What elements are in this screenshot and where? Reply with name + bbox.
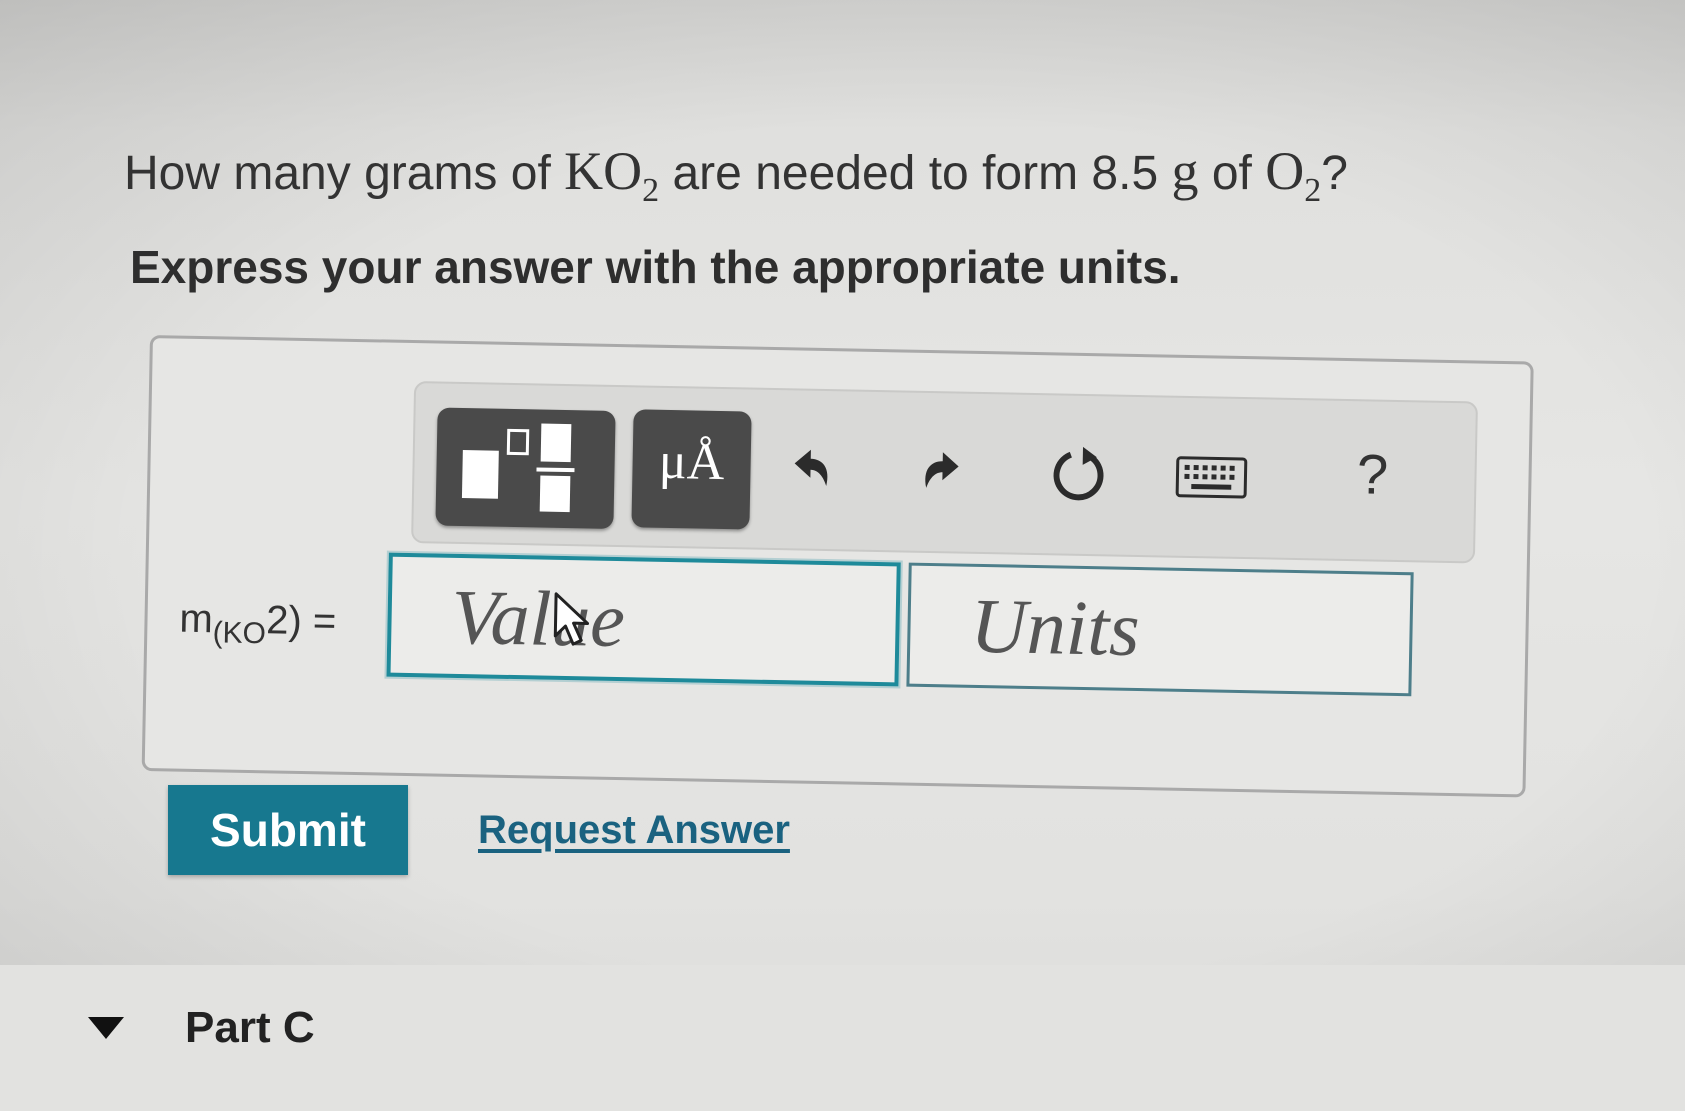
chevron-down-icon[interactable] [88,1017,124,1039]
help-button[interactable]: ? [1342,441,1404,522]
value-input[interactable]: Value [386,552,901,687]
equation-label: m(KO2) = [179,596,337,651]
question-text: How many grams of KO2 are needed to form… [124,141,1348,209]
redo-button[interactable] [902,426,984,518]
undo-button[interactable] [770,424,852,516]
keyboard-button[interactable] [1166,432,1258,524]
undo-icon [794,449,828,487]
math-toolbar: μÅ ? [411,381,1478,564]
redo-icon [925,452,959,488]
templates-button[interactable] [435,407,616,529]
units-input[interactable]: Units [906,562,1414,697]
part-section[interactable]: Part C [0,965,1685,1111]
instruction-text: Express your answer with the appropriate… [130,241,1181,293]
fraction-template-icon [438,408,616,513]
reset-button[interactable] [1038,429,1120,521]
keyboard-icon [1175,456,1248,499]
submit-button[interactable]: Submit [168,785,408,875]
units-button[interactable]: μÅ [631,409,752,530]
mouse-cursor-icon [553,592,590,646]
request-answer-link[interactable]: Request Answer [478,808,790,853]
answer-box: μÅ ? m(KO2) = Value Units [141,335,1534,798]
part-label: Part C [185,1003,315,1052]
reset-icon [1053,446,1104,501]
